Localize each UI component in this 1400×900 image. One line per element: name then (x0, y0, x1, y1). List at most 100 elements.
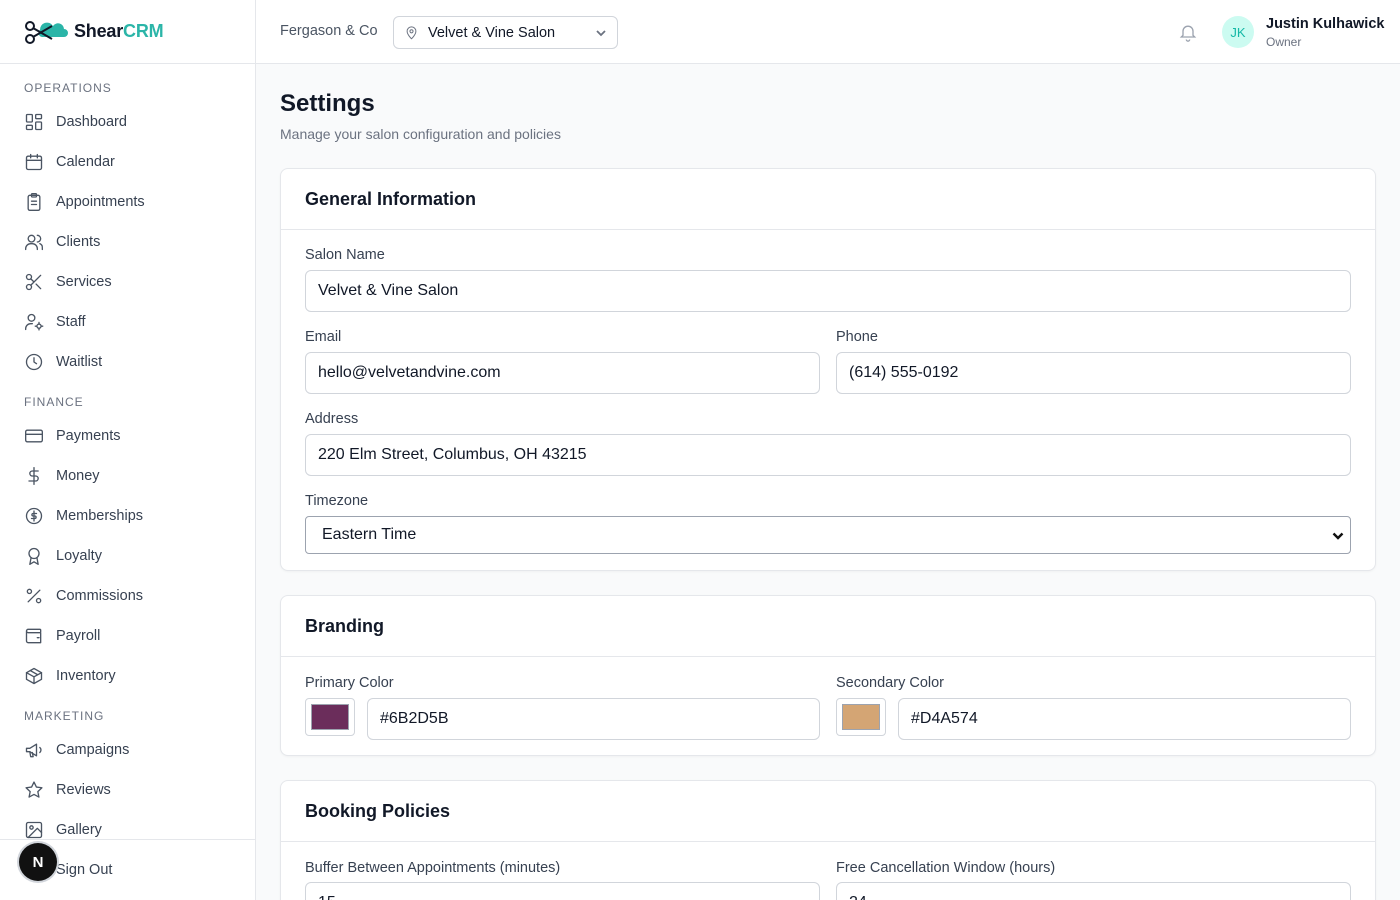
sidebar-item-label: Staff (56, 314, 86, 330)
dashboard-icon (25, 113, 43, 131)
general-information-card: General Information Salon Name Velvet & … (280, 168, 1376, 571)
card-title: Booking Policies (281, 781, 1375, 842)
sidebar-item-money[interactable]: Money (0, 456, 255, 496)
sidebar-item-loyalty[interactable]: Loyalty (0, 536, 255, 576)
user-role: Owner (1266, 35, 1302, 49)
sidebar-item-label: Dashboard (56, 114, 127, 130)
brand-name: ShearCRM (74, 21, 164, 41)
sidebar-item-staff[interactable]: Staff (0, 302, 255, 342)
credit-card-icon (25, 429, 43, 443)
clock-icon (25, 353, 43, 371)
sidebar-item-label: Memberships (56, 508, 144, 524)
card-title: Branding (281, 596, 1375, 657)
page-subtitle: Manage your salon configuration and poli… (280, 126, 561, 142)
buffer-label: Buffer Between Appointments (minutes) (305, 860, 561, 876)
timezone-label: Timezone (305, 493, 369, 509)
sidebar-item-reviews[interactable]: Reviews (0, 770, 255, 810)
secondary-color-label: Secondary Color (836, 675, 944, 691)
sidebar-item-inventory[interactable]: Inventory (0, 656, 255, 696)
sign-out-label: Sign Out (56, 862, 113, 878)
star-icon (25, 781, 43, 798)
sidebar-item-waitlist[interactable]: Waitlist (0, 342, 255, 382)
sidebar-item-label: Loyalty (56, 548, 102, 564)
secondary-color-picker[interactable] (836, 698, 886, 736)
clipboard-icon (27, 193, 41, 211)
calendar-icon (25, 153, 43, 171)
cancellation-window-label: Free Cancellation Window (hours) (836, 860, 1056, 876)
megaphone-icon (25, 743, 42, 758)
brand[interactable]: ShearCRM (0, 0, 255, 64)
map-pin-icon (406, 26, 417, 40)
primary-color-picker[interactable] (305, 698, 355, 736)
sidebar-item-campaigns[interactable]: Campaigns (0, 730, 255, 770)
sidebar-item-label: Inventory (56, 668, 116, 684)
email-field[interactable]: hello@velvetandvine.com (305, 352, 820, 394)
avatar[interactable]: JK (1222, 16, 1254, 48)
sidebar-item-memberships[interactable]: Memberships (0, 496, 255, 536)
location-select-value: Velvet & Vine Salon (428, 24, 556, 41)
address-field[interactable]: 220 Elm Street, Columbus, OH 43215 (305, 434, 1351, 476)
sidebar-item-label: Services (56, 274, 112, 290)
scissors-icon (25, 273, 42, 291)
chevron-down-icon (596, 30, 606, 37)
sidebar-item-label: Reviews (56, 782, 111, 798)
sidebar: ShearCRM OPERATIONS Dashboard Calendar A… (0, 0, 256, 900)
phone-label: Phone (836, 329, 878, 345)
booking-policies-card: Booking Policies Buffer Between Appointm… (280, 780, 1376, 900)
users-icon (25, 234, 43, 251)
scissors-cloud-logo-icon (25, 20, 68, 44)
chevron-down-icon (1332, 532, 1344, 540)
primary-color-label: Primary Color (305, 675, 394, 691)
primary-color-input[interactable]: #6B2D5B (367, 698, 820, 740)
timezone-select[interactable]: Eastern Time (305, 516, 1351, 554)
package-icon (25, 667, 43, 685)
email-label: Email (305, 329, 342, 345)
sidebar-item-payroll[interactable]: Payroll (0, 616, 255, 656)
sidebar-item-calendar[interactable]: Calendar (0, 142, 255, 182)
sidebar-nav: OPERATIONS Dashboard Calendar Appointmen… (0, 64, 255, 850)
secondary-color-swatch (842, 704, 880, 730)
award-icon (28, 547, 40, 565)
primary-color-swatch (311, 704, 349, 730)
branding-card: Branding Primary Color #6B2D5B Secondary… (280, 595, 1376, 756)
timezone-select-value: Eastern Time (322, 526, 417, 543)
sidebar-item-payments[interactable]: Payments (0, 416, 255, 456)
salon-name-input[interactable]: Velvet & Vine Salon (305, 270, 1351, 312)
sidebar-item-clients[interactable]: Clients (0, 222, 255, 262)
percent-icon (26, 588, 42, 604)
sidebar-item-label: Calendar (56, 154, 115, 170)
user-name: Justin Kulhawick (1266, 16, 1385, 32)
sidebar-item-label: Money (56, 468, 100, 484)
secondary-color-input[interactable]: #D4A574 (898, 698, 1351, 740)
sidebar-item-label: Payroll (56, 628, 101, 644)
image-icon (25, 821, 43, 839)
section-title-operations: OPERATIONS (24, 81, 112, 95)
sidebar-item-dashboard[interactable]: Dashboard (0, 102, 255, 142)
wallet-icon (25, 628, 42, 644)
location-select[interactable]: Velvet & Vine Salon (393, 16, 618, 49)
phone-field[interactable]: (614) 555-0192 (836, 352, 1351, 394)
section-title-marketing: MARKETING (24, 709, 105, 723)
sidebar-item-appointments[interactable]: Appointments (0, 182, 255, 222)
buffer-minutes-input[interactable]: 15 (305, 882, 820, 900)
sidebar-item-label: Clients (56, 234, 101, 250)
sidebar-item-label: Payments (56, 428, 121, 444)
topbar: Fergason & Co Velvet & Vine Salon JK Jus… (256, 0, 1400, 64)
sidebar-item-label: Waitlist (56, 354, 103, 370)
bell-icon[interactable] (1178, 22, 1198, 42)
card-title: General Information (281, 169, 1375, 230)
page-title: Settings (280, 90, 375, 117)
n-badge-button[interactable]: N (19, 843, 57, 881)
sidebar-item-label: Campaigns (56, 742, 130, 758)
organization-name: Fergason & Co (280, 23, 378, 39)
cancellation-hours-input[interactable]: 24 (836, 882, 1351, 900)
sidebar-item-label: Appointments (56, 194, 145, 210)
section-title-finance: FINANCE (24, 395, 84, 409)
sidebar-item-services[interactable]: Services (0, 262, 255, 302)
sidebar-item-label: Gallery (56, 822, 102, 838)
salon-name-label: Salon Name (305, 247, 385, 263)
staff-icon (25, 313, 44, 331)
dollar-circle-icon (25, 507, 43, 525)
sidebar-item-commissions[interactable]: Commissions (0, 576, 255, 616)
sidebar-item-label: Commissions (56, 588, 144, 604)
